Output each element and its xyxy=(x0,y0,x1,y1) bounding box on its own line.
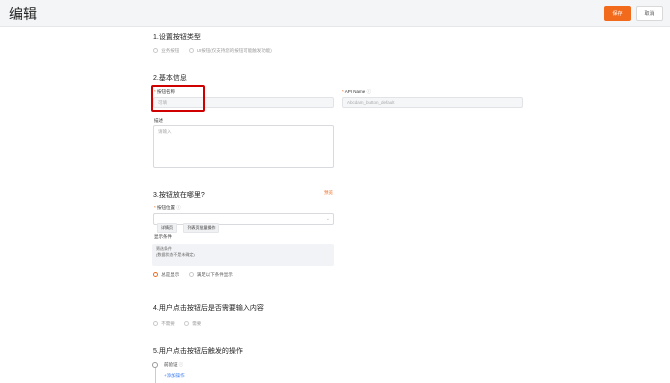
chevron-down-icon: ⌄ xyxy=(325,216,330,222)
condition-line-2: (数据状态不是未确定) xyxy=(156,252,195,257)
section-title-user-input: 4.用户点击按钮后是否需要输入内容 xyxy=(153,305,264,312)
api-name-label: * API Name ⓘ xyxy=(342,89,371,95)
section-title-basic-info: 2.基本信息 xyxy=(153,75,187,82)
radio-conditional-show-label: 满足以下条件显示 xyxy=(196,272,233,277)
radio-always-show-label: 总是显示 xyxy=(161,272,180,277)
api-name-input[interactable]: Abcdam_button_default xyxy=(342,97,523,108)
highlight-box xyxy=(151,85,205,112)
required-mark: * xyxy=(154,205,156,210)
position-tag-list-batch[interactable]: 列表页批量操作 xyxy=(183,223,220,233)
description-textarea[interactable]: 请输入 xyxy=(153,125,334,168)
radio-conditional-show[interactable] xyxy=(188,272,194,278)
add-action-link[interactable]: +添加操作 xyxy=(164,373,185,379)
position-tag-detail[interactable]: 详情页 xyxy=(157,223,177,233)
timeline-line xyxy=(155,368,156,383)
radio-always-show[interactable] xyxy=(153,272,158,278)
display-condition-label: 显示条件 xyxy=(154,234,172,239)
preview-link[interactable]: 预览 xyxy=(324,190,333,196)
description-label: 描述 xyxy=(154,118,163,123)
radio-ui-button[interactable] xyxy=(188,48,194,54)
radio-business-label: 业务按钮 xyxy=(161,48,180,53)
button-type-options: 业务按钮 UI按钮(仅支持您的按钮可能触发功能) xyxy=(153,48,272,54)
user-input-options: 不需要 需要 xyxy=(153,321,201,327)
save-button[interactable]: 保存 xyxy=(604,6,631,21)
button-position-label-text: 按钮位置 xyxy=(157,205,176,210)
section-title-triggered-actions: 5.用户点击按钮后触发的操作 xyxy=(153,348,243,355)
required-mark: * xyxy=(342,89,344,94)
radio-needed[interactable] xyxy=(184,321,190,327)
button-position-select[interactable]: 详情页 列表页批量操作 ⌄ xyxy=(153,213,334,233)
section-title-button-location: 3.按钮放在哪里? xyxy=(153,192,205,199)
radio-not-needed[interactable] xyxy=(153,321,158,327)
radio-ui-label: UI按钮(仅支持您的按钮可能触发功能) xyxy=(196,48,272,53)
radio-not-needed-label: 不需要 xyxy=(161,321,175,326)
info-icon: ⓘ xyxy=(176,205,181,210)
info-icon: ⓘ xyxy=(366,89,372,94)
cancel-button[interactable]: 取消 xyxy=(636,6,663,21)
section-title-button-type: 1.设置按钮类型 xyxy=(153,34,201,41)
radio-business-button[interactable] xyxy=(153,48,158,54)
display-options: 总是显示 满足以下条件显示 xyxy=(153,272,233,278)
pre-validate-label-text: 前验证 xyxy=(164,362,178,367)
radio-needed-label: 需要 xyxy=(192,321,202,326)
api-name-label-text: API Name xyxy=(344,89,366,94)
info-icon: ⓘ xyxy=(178,362,184,367)
display-condition-box[interactable]: 筛选条件 (数据状态不是未确定) xyxy=(152,244,334,266)
top-bar: 编辑 保存 取消 xyxy=(0,0,670,27)
pre-validate-label: 前验证 ⓘ xyxy=(164,362,183,368)
button-position-label: * 按钮位置 ⓘ xyxy=(154,205,181,211)
page-title: 编辑 xyxy=(9,6,37,22)
